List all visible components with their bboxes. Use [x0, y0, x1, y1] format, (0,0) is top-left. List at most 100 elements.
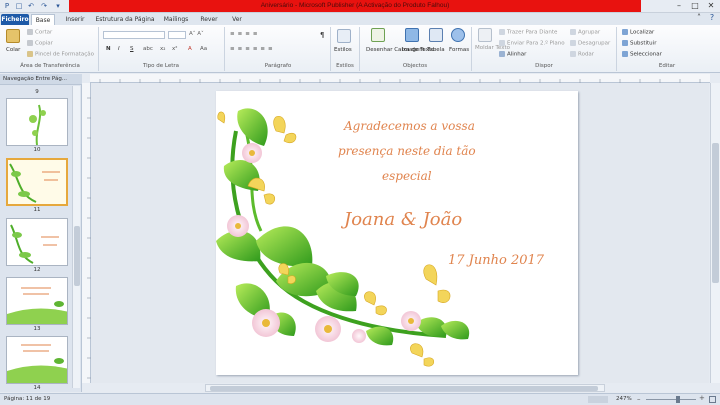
shapes-icon[interactable]: [451, 28, 465, 42]
list-buttons-icon[interactable]: ≡≡≡≡: [230, 31, 260, 37]
thanks-text-line2[interactable]: presença neste dia tão: [338, 144, 476, 158]
page-thumbnail-13[interactable]: [6, 277, 68, 325]
nav-scroll-thumb[interactable]: [74, 226, 80, 286]
horizontal-scrollbar[interactable]: [205, 384, 605, 392]
subscript-icon[interactable]: x₂: [160, 46, 165, 52]
italic-button[interactable]: I: [118, 46, 120, 52]
image-button[interactable]: Imagem: [402, 47, 425, 53]
wrap-text-icon[interactable]: [478, 28, 492, 42]
horizontal-ruler[interactable]: [90, 74, 710, 83]
align-button[interactable]: Alinhar: [499, 51, 526, 58]
styles-icon[interactable]: [337, 29, 351, 43]
vertical-ruler[interactable]: [82, 83, 91, 383]
format-painter-button[interactable]: Pincel de Formatação: [27, 51, 94, 58]
group-button[interactable]: Agrupar: [570, 29, 600, 36]
underline-button[interactable]: S: [130, 46, 134, 52]
grow-font-icon[interactable]: A˄ A˅: [189, 31, 204, 37]
rotate-button[interactable]: Rodar: [570, 51, 594, 58]
bring-forward-icon: [499, 29, 505, 35]
tab-mailings[interactable]: Mailings: [160, 14, 192, 25]
help-icon[interactable]: ?: [705, 13, 719, 23]
publisher-app-icon: P: [4, 2, 10, 10]
image-icon[interactable]: [405, 28, 419, 42]
page-thumbnail-11[interactable]: [6, 158, 68, 206]
styles-group-label: Estilos: [336, 63, 354, 69]
bold-button[interactable]: N: [106, 46, 111, 52]
paragraph-marks-icon[interactable]: ¶: [320, 31, 324, 39]
nav-scrollbar[interactable]: [72, 86, 80, 388]
publication-page[interactable]: Agradecemos a vossa presença neste dia t…: [216, 91, 578, 375]
ribbon: Colar Cortar Copiar Pincel de Formatação…: [0, 25, 720, 73]
tab-file[interactable]: Ficheiro: [1, 14, 29, 25]
objects-group-label: Objectos: [402, 63, 428, 69]
textbox-icon[interactable]: [371, 28, 385, 42]
tab-view[interactable]: Ver: [226, 14, 248, 25]
undo-icon[interactable]: ↶: [27, 2, 35, 10]
page-number-label: 12: [33, 267, 41, 273]
group-separator: [224, 27, 225, 71]
font-color-icon[interactable]: A: [188, 46, 192, 52]
tab-home[interactable]: Base: [31, 14, 55, 25]
styles-button[interactable]: Estilos: [334, 47, 352, 53]
align-buttons-icon[interactable]: ≡≡≡≡≡≡: [230, 46, 276, 52]
clipboard-group-label: Área de Transferência: [20, 63, 80, 69]
send-backward-button[interactable]: Enviar Para 2.º Plano: [499, 40, 565, 47]
ungroup-button[interactable]: Desagrupar: [570, 40, 610, 47]
zoom-out-icon[interactable]: –: [637, 395, 641, 403]
replace-button[interactable]: Substituir: [622, 40, 656, 47]
send-backward-icon: [499, 40, 505, 46]
ribbon-minimize-icon[interactable]: ˄: [692, 13, 706, 23]
save-icon[interactable]: □: [15, 2, 23, 10]
shapes-button[interactable]: Formas: [449, 47, 469, 53]
page-navigation-pane: Navegação Entre Pág... 9 10 11 12 13 14: [0, 74, 82, 392]
paste-button[interactable]: Colar: [6, 47, 20, 53]
thanks-text-line3[interactable]: especial: [382, 169, 432, 183]
copy-button[interactable]: Copiar: [27, 40, 53, 47]
page-number-label: 11: [33, 207, 41, 213]
page-thumbnail-14[interactable]: [6, 336, 68, 384]
thanks-text-line1[interactable]: Agradecemos a vossa: [344, 119, 475, 133]
group-separator: [330, 27, 331, 71]
table-button[interactable]: Tabela: [427, 47, 445, 53]
redo-icon[interactable]: ↷: [40, 2, 48, 10]
horizontal-scroll-thumb[interactable]: [210, 386, 598, 391]
editing-group-label: Editar: [658, 63, 676, 69]
tab-page-design[interactable]: Estrutura da Página: [93, 14, 157, 25]
paste-icon[interactable]: [6, 29, 20, 43]
document-canvas[interactable]: Agradecemos a vossa presença neste dia t…: [91, 83, 709, 383]
vertical-scroll-thumb[interactable]: [712, 143, 719, 283]
close-icon[interactable]: ✕: [704, 1, 718, 11]
page-thumbnail-10[interactable]: [6, 98, 68, 146]
date-text[interactable]: 17 Junho 2017: [448, 253, 544, 268]
font-family-select[interactable]: [103, 31, 165, 39]
select-button[interactable]: Seleccionar: [622, 51, 662, 58]
tab-insert[interactable]: Inserir: [60, 14, 90, 25]
customize-qat-icon[interactable]: ▾: [54, 2, 62, 10]
rotate-icon: [570, 51, 576, 57]
strikethrough-icon[interactable]: abc: [143, 46, 153, 52]
align-icon: [499, 51, 505, 57]
minimize-icon[interactable]: –: [672, 1, 686, 11]
fit-page-icon[interactable]: [709, 396, 716, 403]
zoom-in-icon[interactable]: +: [699, 394, 705, 402]
find-button[interactable]: Localizar: [622, 29, 654, 36]
tab-review[interactable]: Rever: [196, 14, 222, 25]
group-icon: [570, 29, 576, 35]
page-thumbnail-12[interactable]: [6, 218, 68, 266]
view-mode-icon[interactable]: [588, 396, 608, 403]
couple-names-text[interactable]: Joana & João: [344, 209, 462, 230]
zoom-slider[interactable]: [646, 399, 696, 400]
zoom-slider-thumb[interactable]: [676, 396, 680, 403]
cut-button[interactable]: Cortar: [27, 29, 52, 36]
zoom-level[interactable]: 247%: [616, 396, 632, 402]
page-number-label: 9: [35, 89, 39, 95]
maximize-icon[interactable]: □: [688, 1, 702, 11]
bring-forward-button[interactable]: Trazer Para Diante: [499, 29, 557, 36]
vertical-scrollbar[interactable]: [710, 83, 720, 383]
thumbnail-image: [10, 224, 59, 264]
change-case-icon[interactable]: Aa: [200, 46, 207, 52]
page-count-status[interactable]: Página: 11 de 19: [4, 396, 50, 402]
superscript-icon[interactable]: x²: [172, 46, 177, 52]
table-icon[interactable]: [429, 28, 443, 42]
font-size-select[interactable]: [168, 31, 186, 39]
